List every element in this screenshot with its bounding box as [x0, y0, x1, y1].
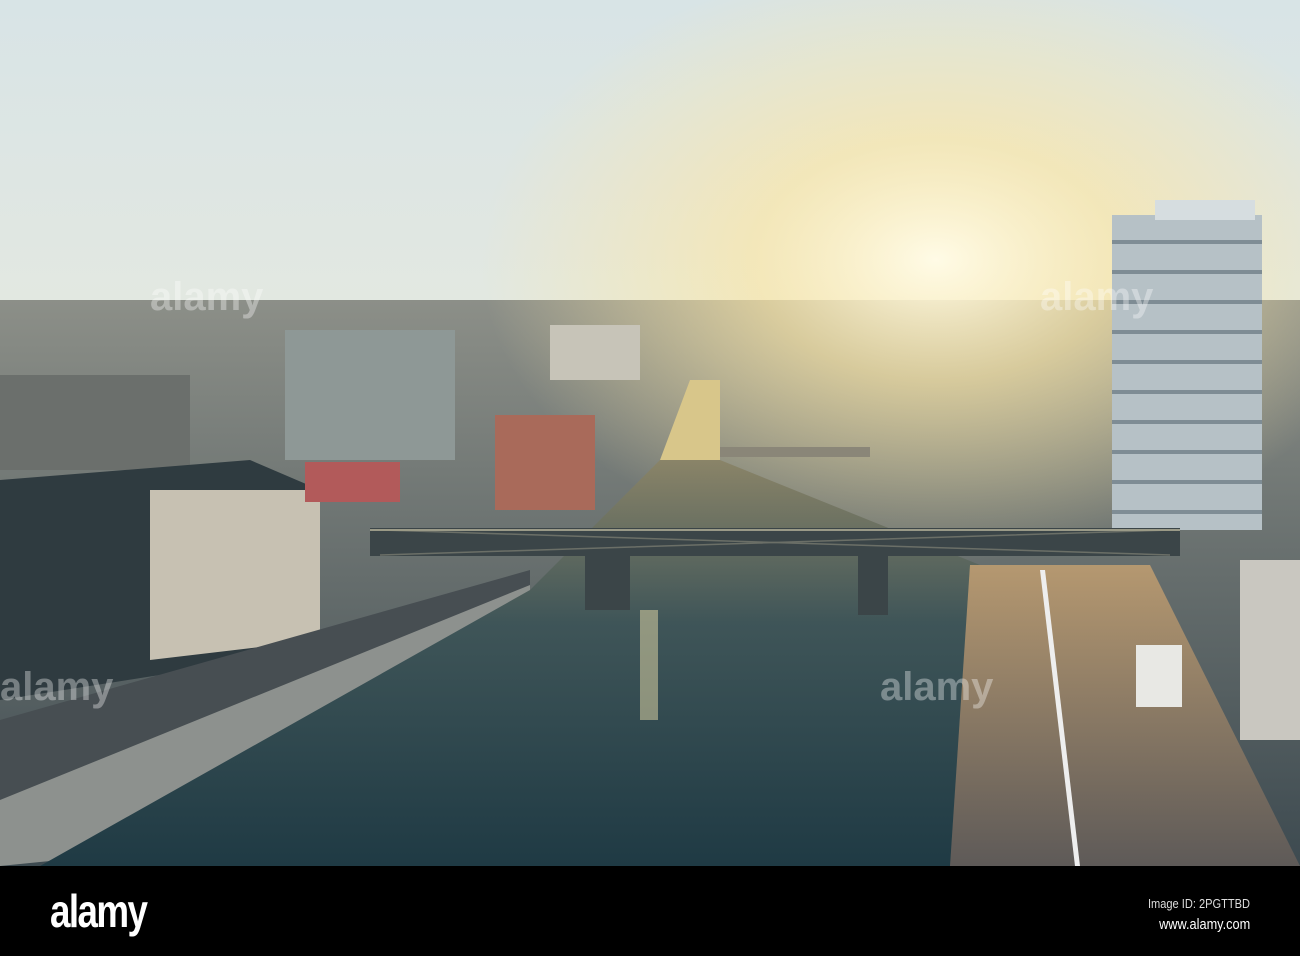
- image-id: Image ID: 2PGTTBD: [1148, 896, 1250, 911]
- watermark: alamy: [880, 665, 994, 709]
- footer-bar: alamy Image ID: 2PGTTBD www.alamy.com: [0, 866, 1300, 956]
- stock-photo-page: alamy alamy alamy alamy alamy Image ID: …: [0, 0, 1300, 956]
- watermark: alamy: [150, 275, 264, 319]
- site-url: www.alamy.com: [1158, 916, 1250, 933]
- watermark: alamy: [1040, 275, 1154, 319]
- watermark: alamy: [0, 665, 114, 709]
- alamy-logo: alamy: [50, 885, 148, 937]
- city-river-photo: [0, 0, 1300, 866]
